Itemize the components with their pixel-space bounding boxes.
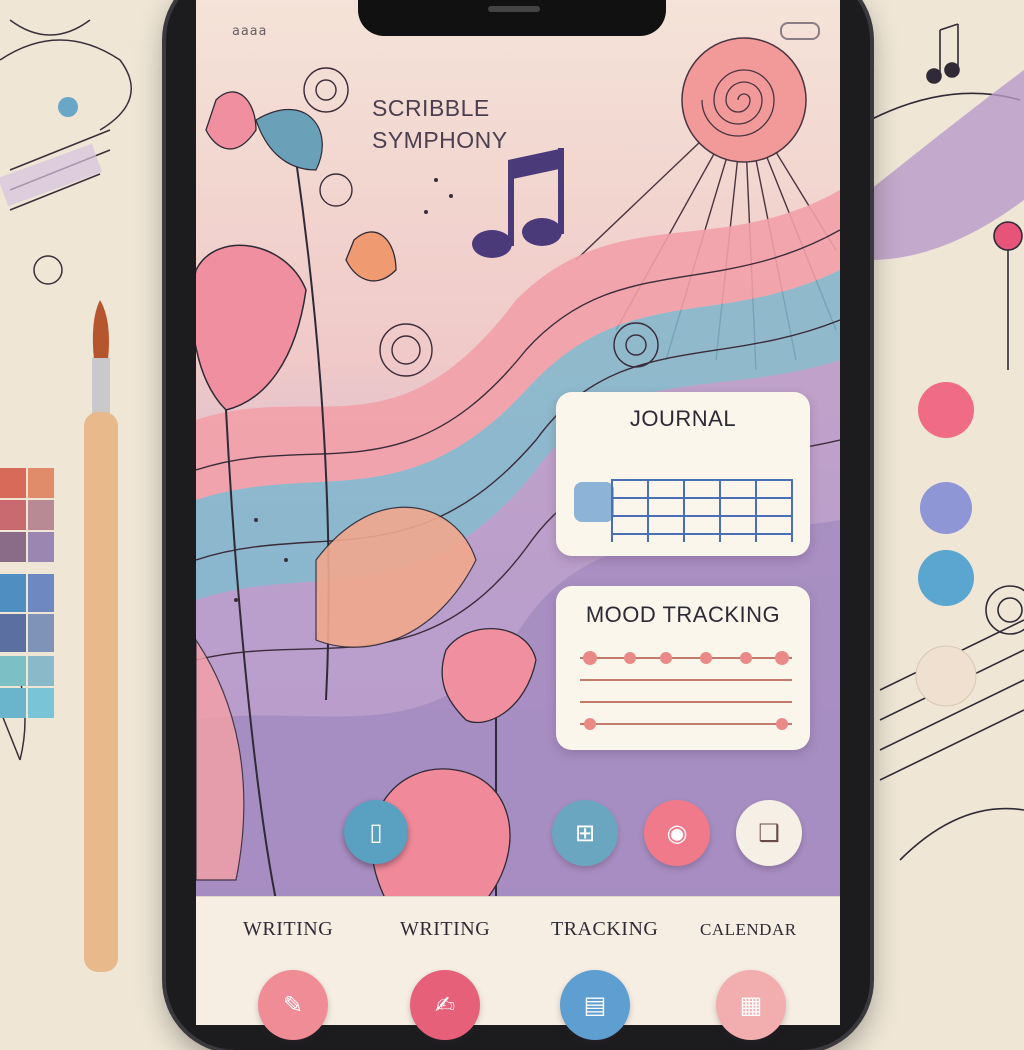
app-title-line2: SYMPHONY <box>372 127 508 153</box>
calendar-icon: ▦ <box>739 991 763 1019</box>
tab-calendar-button[interactable]: ▦ <box>716 970 786 1040</box>
quick-action-grid[interactable]: ⊞ <box>552 800 618 866</box>
battery-icon <box>780 22 820 40</box>
tab-writing-label[interactable]: WRITING <box>243 918 333 941</box>
tab-writing-button[interactable]: ✎ <box>258 970 328 1040</box>
tab-writing-2-button[interactable]: ✍ <box>410 970 480 1040</box>
app-title: SCRIBBLE SYMPHONY <box>372 92 542 156</box>
tab-tracking-label[interactable]: TRACKING <box>551 918 658 941</box>
quick-action-book[interactable]: ❑ <box>736 800 802 866</box>
tab-tracking-button[interactable]: ▤ <box>560 970 630 1040</box>
mood-scale-icon <box>580 651 792 730</box>
journal-grid-icon <box>574 479 793 553</box>
pen-icon: ✍ <box>434 991 456 1019</box>
mood-card-title: MOOD TRACKING <box>585 602 781 627</box>
book-icon: ❑ <box>758 819 780 847</box>
notebook-icon: ▯ <box>344 800 408 864</box>
journal-card-title: JOURNAL <box>629 406 737 431</box>
mood-tracking-card[interactable]: MOOD TRACKING <box>556 586 810 750</box>
photo-icon: ◉ <box>666 819 688 847</box>
grid-icon: ⊞ <box>574 819 596 847</box>
writing-icon: ✎ <box>282 991 304 1019</box>
speaker-grille <box>488 6 540 12</box>
quick-action-notebook[interactable]: ▯ <box>344 800 408 864</box>
status-text: aaaa <box>232 24 268 39</box>
tab-calendar-label[interactable]: CALENDAR <box>700 920 797 940</box>
app-title-line1: SCRIBBLE <box>372 95 490 121</box>
chart-icon: ▤ <box>583 991 607 1019</box>
quick-action-photo[interactable]: ◉ <box>644 800 710 866</box>
tab-writing-2-label[interactable]: WRITING <box>400 918 490 941</box>
journal-card[interactable]: JOURNAL <box>556 392 810 556</box>
